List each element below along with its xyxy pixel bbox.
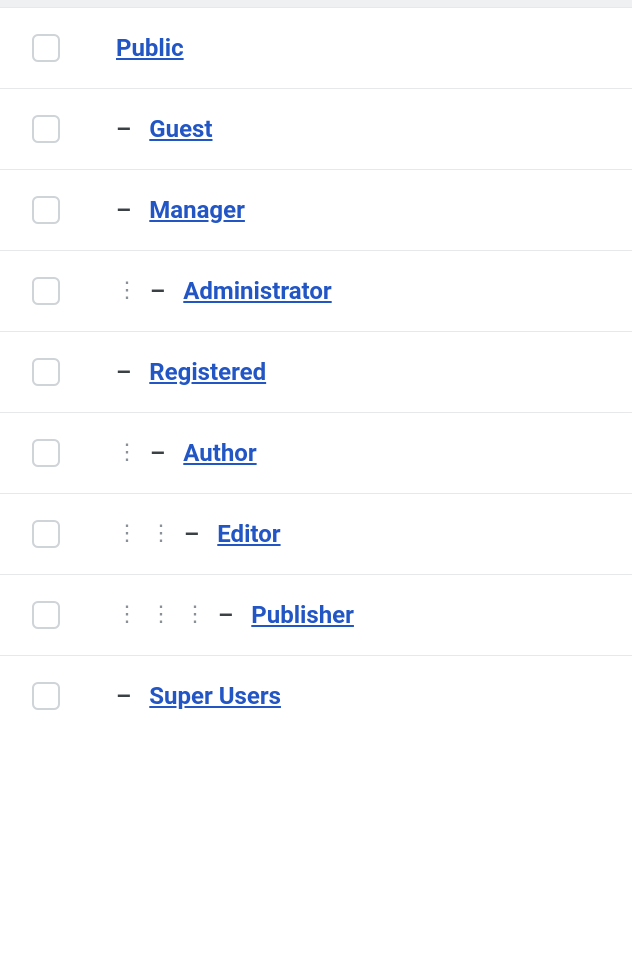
group-link-public[interactable]: Public bbox=[116, 34, 184, 62]
group-row: Public bbox=[0, 8, 632, 89]
group-link-guest[interactable]: Guest bbox=[149, 115, 212, 143]
tree-dots-icon: ⋮ bbox=[150, 523, 184, 545]
tree-dash-icon: – bbox=[218, 603, 233, 627]
header-divider bbox=[0, 0, 632, 8]
tree-dash-icon: – bbox=[116, 198, 131, 222]
tree-dots-icon: ⋮ bbox=[116, 523, 150, 545]
tree-dots-icon: ⋮ bbox=[184, 604, 218, 626]
tree-dash-icon: – bbox=[150, 279, 165, 303]
group-row: – Guest bbox=[0, 89, 632, 170]
tree-dash-icon: – bbox=[150, 441, 165, 465]
tree-dash-icon: – bbox=[184, 522, 199, 546]
group-link-registered[interactable]: Registered bbox=[149, 358, 266, 386]
group-link-administrator[interactable]: Administrator bbox=[183, 277, 331, 305]
tree-dash-icon: – bbox=[116, 117, 131, 141]
group-link-publisher[interactable]: Publisher bbox=[251, 601, 354, 629]
tree-dash-icon: – bbox=[116, 360, 131, 384]
select-checkbox[interactable] bbox=[32, 277, 60, 305]
select-checkbox[interactable] bbox=[32, 520, 60, 548]
tree-dots-icon: ⋮ bbox=[116, 442, 150, 464]
group-link-manager[interactable]: Manager bbox=[149, 196, 245, 224]
group-row: ⋮ ⋮ – Editor bbox=[0, 494, 632, 575]
select-checkbox[interactable] bbox=[32, 34, 60, 62]
tree-dots-icon: ⋮ bbox=[150, 604, 184, 626]
group-row: ⋮ ⋮ ⋮ – Publisher bbox=[0, 575, 632, 656]
select-checkbox[interactable] bbox=[32, 196, 60, 224]
select-checkbox[interactable] bbox=[32, 682, 60, 710]
select-checkbox[interactable] bbox=[32, 601, 60, 629]
tree-dots-icon: ⋮ bbox=[116, 604, 150, 626]
select-checkbox[interactable] bbox=[32, 358, 60, 386]
group-link-editor[interactable]: Editor bbox=[217, 520, 280, 548]
group-row: ⋮ – Administrator bbox=[0, 251, 632, 332]
group-link-super-users[interactable]: Super Users bbox=[149, 682, 281, 710]
group-row: – Registered bbox=[0, 332, 632, 413]
select-checkbox[interactable] bbox=[32, 115, 60, 143]
tree-dots-icon: ⋮ bbox=[116, 280, 150, 302]
group-row: – Manager bbox=[0, 170, 632, 251]
group-row: ⋮ – Author bbox=[0, 413, 632, 494]
select-checkbox[interactable] bbox=[32, 439, 60, 467]
group-link-author[interactable]: Author bbox=[183, 439, 256, 467]
tree-dash-icon: – bbox=[116, 684, 131, 708]
group-row: – Super Users bbox=[0, 656, 632, 736]
